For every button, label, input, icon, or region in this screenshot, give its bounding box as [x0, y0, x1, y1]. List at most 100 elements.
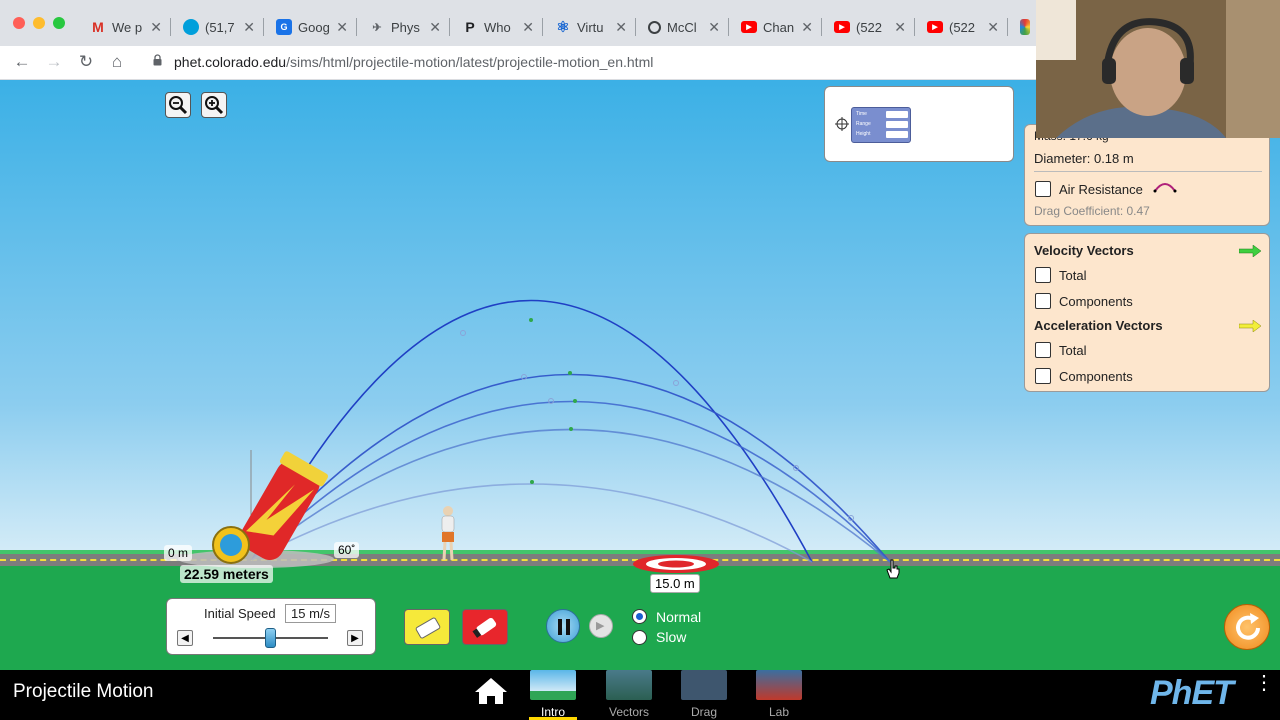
air-resistance-label: Air Resistance [1059, 182, 1143, 197]
probe-row-time: Time [856, 111, 867, 117]
vectors-panel: Velocity Vectors Total Components Accele… [1024, 233, 1270, 392]
back-icon[interactable]: ← [11, 52, 33, 72]
tape-measure[interactable] [212, 526, 250, 564]
webcam-overlay [1036, 0, 1280, 138]
speed-slow-label: Slow [656, 629, 687, 645]
hand-cursor-icon [886, 559, 900, 579]
google-forms-icon: G [276, 19, 292, 35]
minimize-window-button[interactable] [33, 17, 45, 29]
step-forward-button[interactable]: ▶ [589, 614, 613, 638]
p-icon: P [465, 19, 475, 35]
close-tab-icon[interactable]: ✕ [150, 19, 162, 36]
url-path: /sims/html/projectile-motion/latest/proj… [286, 54, 654, 70]
browser-tab-3[interactable]: G Goog ✕ [276, 13, 348, 41]
target-distance-label: 15.0 m [650, 574, 700, 593]
radio-selected-dot [636, 613, 643, 620]
close-tab-icon[interactable]: ✕ [615, 19, 627, 36]
speed-slider-track[interactable] [213, 628, 328, 648]
tab-label: Virtu [577, 19, 604, 35]
close-tab-icon[interactable]: ✕ [336, 19, 348, 36]
velocity-components-label: Components [1059, 294, 1133, 309]
data-probe[interactable]: Time Range Height [851, 107, 911, 143]
target[interactable] [632, 553, 720, 575]
speed-normal-radio[interactable] [632, 609, 647, 624]
human-figure [441, 506, 455, 561]
trajectory-2 [251, 373, 891, 563]
close-tab-icon[interactable]: ✕ [708, 19, 720, 36]
tab-label: Goog [298, 19, 330, 35]
screen-label: Drag [690, 705, 717, 719]
phet-menu-icon[interactable]: ⋮ [1254, 673, 1274, 693]
phet-navigation-bar: Projectile Motion Intro Vectors Drag Lab… [0, 670, 1280, 720]
close-tab-icon[interactable]: ✕ [987, 19, 999, 36]
speed-slider-thumb[interactable] [265, 628, 276, 648]
screen-tab-drag[interactable]: Drag [680, 670, 728, 720]
screen-tab-vectors[interactable]: Vectors [605, 670, 653, 720]
pause-bar-left [558, 619, 562, 635]
velocity-vectors-title: Velocity Vectors [1034, 243, 1134, 258]
velocity-total-checkbox[interactable] [1035, 267, 1051, 283]
browser-tab-1[interactable]: M We p ✕ [90, 13, 162, 41]
eraser-icon [415, 617, 441, 639]
cannon-fire-icon [472, 617, 497, 638]
close-tab-icon[interactable]: ✕ [894, 19, 906, 36]
pause-bar-right [566, 619, 570, 635]
close-tab-icon[interactable]: ✕ [243, 19, 255, 36]
home-screen-button[interactable] [474, 676, 508, 711]
reset-all-button[interactable] [1224, 604, 1270, 650]
probe-row-height: Height [856, 131, 871, 137]
close-tab-icon[interactable]: ✕ [522, 19, 534, 36]
data-tool-panel: Time Range Height [824, 86, 1014, 162]
speed-decrement-button[interactable]: ◀ [177, 630, 193, 646]
physics-icon: ✈ [372, 21, 382, 34]
acceleration-total-checkbox[interactable] [1035, 342, 1051, 358]
forward-icon[interactable]: → [43, 52, 65, 72]
browser-tab-11[interactable] [1020, 13, 1036, 41]
initial-speed-readout: 15 m/s [285, 604, 337, 623]
home-icon[interactable]: ⌂ [106, 52, 128, 72]
reload-icon[interactable]: ↻ [75, 52, 97, 72]
speed-increment-button[interactable]: ▶ [347, 630, 363, 646]
youtube-icon: ▶ [741, 21, 757, 33]
browser-tab-9[interactable]: ▶ (522 ✕ [834, 13, 906, 41]
pause-button[interactable] [546, 609, 580, 643]
phet-logo[interactable]: PhET [1150, 674, 1234, 713]
crosshair-icon[interactable] [835, 117, 849, 131]
probe-row-range: Range [856, 121, 871, 127]
lock-icon [153, 54, 162, 66]
air-resistance-checkbox[interactable] [1035, 181, 1051, 197]
speed-slow-radio[interactable] [632, 630, 647, 645]
acceleration-vectors-title: Acceleration Vectors [1034, 318, 1163, 333]
tab-label: Who [484, 19, 511, 35]
screen-tab-intro[interactable]: Intro [529, 670, 577, 720]
maximize-window-button[interactable] [53, 17, 65, 29]
eraser-button[interactable] [404, 609, 450, 645]
tab-label: We p [112, 19, 143, 35]
browser-tab-6[interactable]: ⚛ Virtu ✕ [555, 13, 627, 41]
screen-tab-lab[interactable]: Lab [755, 670, 803, 720]
velocity-components-checkbox[interactable] [1035, 293, 1051, 309]
webcam-person [1036, 0, 1280, 138]
browser-tab-4[interactable]: ✈ Phys ✕ [369, 13, 441, 41]
screen-label: Lab [768, 705, 790, 719]
close-window-button[interactable] [13, 17, 25, 29]
acceleration-components-checkbox[interactable] [1035, 368, 1051, 384]
browser-tab-8[interactable]: ▶ Chan ✕ [741, 13, 813, 41]
browser-tab-2[interactable]: (51,7 ✕ [183, 13, 255, 41]
drag-arc-icon [1153, 183, 1177, 193]
att-icon [183, 19, 199, 35]
fire-button[interactable] [462, 609, 508, 645]
tab-label: (522 [949, 19, 976, 35]
close-tab-icon[interactable]: ✕ [801, 19, 813, 36]
browser-tab-5[interactable]: P Who ✕ [462, 13, 534, 41]
acceleration-total-label: Total [1059, 343, 1087, 358]
url-input[interactable]: phet.colorado.edu/sims/html/projectile-m… [174, 54, 653, 70]
gmail-icon: M [92, 19, 104, 35]
close-tab-icon[interactable]: ✕ [429, 19, 441, 36]
diameter-label: Diameter: 0.18 m [1034, 151, 1134, 166]
browser-tab-10[interactable]: ▶ (522 ✕ [927, 13, 999, 41]
colorwheel-icon [1020, 19, 1030, 35]
browser-tab-7[interactable]: McCl ✕ [648, 13, 720, 41]
simulation-area: 22.59 meters 0 m 60˚ 15.0 m Time Range H… [0, 80, 1280, 670]
youtube-icon: ▶ [927, 21, 943, 33]
